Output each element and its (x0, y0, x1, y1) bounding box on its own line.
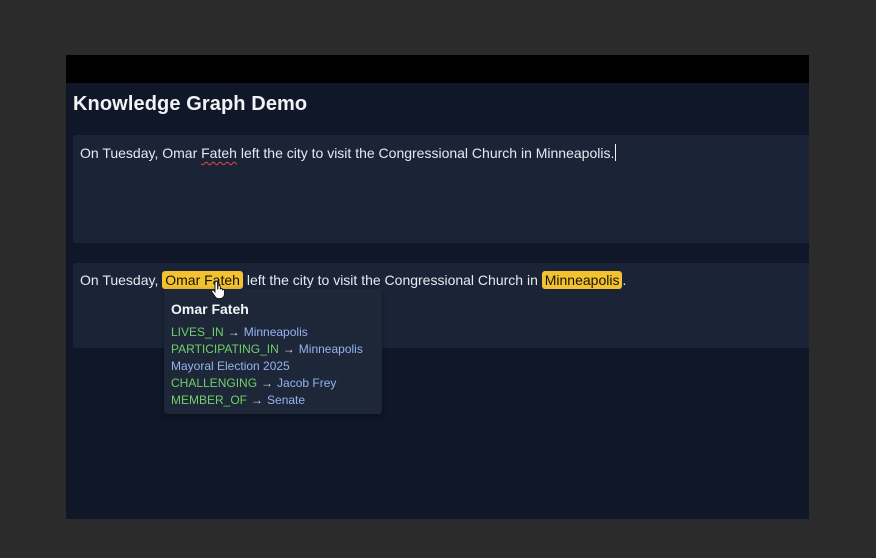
arrow-right-icon: → (261, 376, 274, 390)
entity-minneapolis[interactable]: Minneapolis (541, 271, 623, 289)
relation-item: LIVES_IN → Minneapolis (171, 324, 363, 341)
relation-item: PARTICIPATING_IN → Minneapolis (171, 341, 363, 358)
annotated-sentence: On Tuesday, Omar Fateh left the city to … (80, 271, 627, 289)
relation-type: PARTICIPATING_IN (171, 342, 279, 356)
relation-list: LIVES_IN → Minneapolis PARTICIPATING_IN → Mi… (171, 324, 363, 409)
relation-type: CHALLENGING (171, 376, 258, 390)
editor-content[interactable]: On Tuesday, Omar Fateh left the city to … (80, 144, 617, 161)
app-window: Knowledge Graph Demo On Tuesday, Omar Fa… (66, 55, 809, 519)
editor-text-after: left the city to visit the Congressional… (236, 145, 615, 161)
tooltip-title: Omar Fateh (171, 301, 249, 317)
relation-type: MEMBER_OF (171, 393, 248, 407)
relation-target: Mayoral Election 2025 (171, 359, 290, 373)
relation-target: Senate (267, 393, 306, 407)
hand-pointer-icon (211, 281, 225, 299)
relation-item: Mayoral Election 2025 (171, 358, 363, 375)
arrow-right-icon: → (227, 325, 240, 339)
output-text-2: left the city to visit the Congressional… (242, 272, 542, 288)
arrow-right-icon: → (282, 342, 295, 356)
relation-type: LIVES_IN (171, 325, 224, 339)
text-editor[interactable]: On Tuesday, Omar Fateh left the city to … (73, 135, 809, 243)
editor-text-before: On Tuesday, Omar (80, 145, 202, 161)
top-bar (66, 55, 809, 83)
arrow-right-icon: → (251, 393, 264, 407)
misspelled-word[interactable]: Fateh (201, 145, 237, 161)
output-text-3: . (622, 272, 627, 288)
relation-target: Minneapolis (298, 342, 363, 356)
entity-omar-fateh[interactable]: Omar Fateh (162, 271, 243, 289)
page-title: Knowledge Graph Demo (73, 93, 308, 115)
relation-target: Jacob Frey (277, 376, 337, 390)
relation-item: MEMBER_OF → Senate (171, 392, 363, 409)
entity-tooltip: Omar Fateh LIVES_IN → Minneapolis PARTICIP… (164, 289, 382, 414)
relation-target: Minneapolis (243, 325, 308, 339)
relation-item: CHALLENGING → Jacob Frey (171, 375, 363, 392)
text-caret (615, 144, 617, 161)
output-text-1: On Tuesday, (80, 272, 163, 288)
